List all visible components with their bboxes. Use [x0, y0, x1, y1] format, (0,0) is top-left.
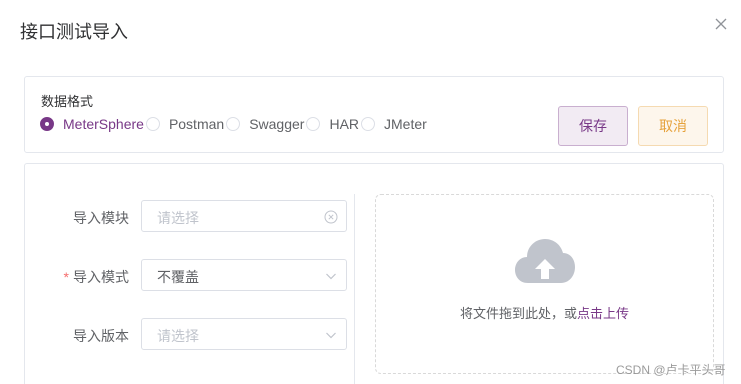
version-placeholder: 请选择 [157, 328, 199, 344]
form-item-mode: * 导入模式 不覆盖 [25, 259, 355, 293]
upload-dropzone[interactable]: 将文件拖到此处，或点击上传 [375, 194, 714, 374]
radio-dot [226, 117, 241, 131]
module-select[interactable]: 请选择 [141, 200, 347, 232]
chevron-down-icon [324, 269, 338, 283]
data-format-card: 数据格式 MeterSphere Postman Swagger HAR JMe… [24, 76, 724, 153]
radio-dot [361, 117, 376, 131]
close-icon[interactable] [712, 15, 730, 33]
click-upload-link[interactable]: 点击上传 [577, 306, 629, 321]
radio-label: Swagger [249, 116, 305, 132]
radio-label: HAR [329, 116, 360, 132]
circle-close-icon[interactable] [324, 210, 338, 224]
format-radio-group: MeterSphere Postman Swagger HAR JMeter [40, 116, 429, 132]
radio-dot [145, 117, 160, 131]
version-select[interactable]: 请选择 [141, 318, 347, 350]
dialog-title: 接口测试导入 [20, 22, 128, 42]
data-format-label: 数据格式 [41, 94, 94, 109]
mode-select[interactable]: 不覆盖 [141, 259, 347, 291]
radio-jmeter[interactable]: JMeter [361, 116, 427, 132]
radio-dot [40, 117, 54, 131]
vertical-divider [354, 194, 355, 384]
cancel-button[interactable]: 取消 [638, 106, 708, 146]
mode-value: 不覆盖 [157, 269, 199, 285]
upload-hint: 将文件拖到此处，或 [459, 306, 577, 321]
radio-label: JMeter [384, 116, 427, 132]
save-button[interactable]: 保存 [558, 106, 628, 146]
radio-dot [306, 117, 321, 131]
radio-metersphere[interactable]: MeterSphere [40, 116, 144, 132]
mode-label: * 导入模式 [64, 267, 129, 287]
module-label: 导入模块 [73, 210, 129, 226]
import-settings-card: 导入模块 请选择 * 导入模式 不覆盖 导入版本 请选择 将文件拖到此处，或点击… [24, 163, 724, 384]
radio-har[interactable]: HAR [306, 116, 359, 132]
version-label: 导入版本 [73, 328, 129, 344]
mode-label-text: 导入模式 [73, 269, 129, 285]
required-mark: * [63, 269, 69, 285]
form-item-module: 导入模块 请选择 [25, 200, 355, 234]
radio-postman[interactable]: Postman [145, 116, 225, 132]
upload-instructions: 将文件拖到此处，或点击上传 [376, 303, 713, 322]
radio-label: MeterSphere [63, 116, 144, 132]
radio-swagger[interactable]: Swagger [226, 116, 304, 132]
cloud-upload-icon [514, 237, 576, 285]
module-placeholder: 请选择 [157, 210, 199, 226]
form-item-version: 导入版本 请选择 [25, 318, 355, 352]
chevron-down-icon [324, 328, 338, 342]
radio-label: Postman [168, 116, 225, 132]
watermark: CSDN @卢卡平头哥 [616, 363, 726, 377]
